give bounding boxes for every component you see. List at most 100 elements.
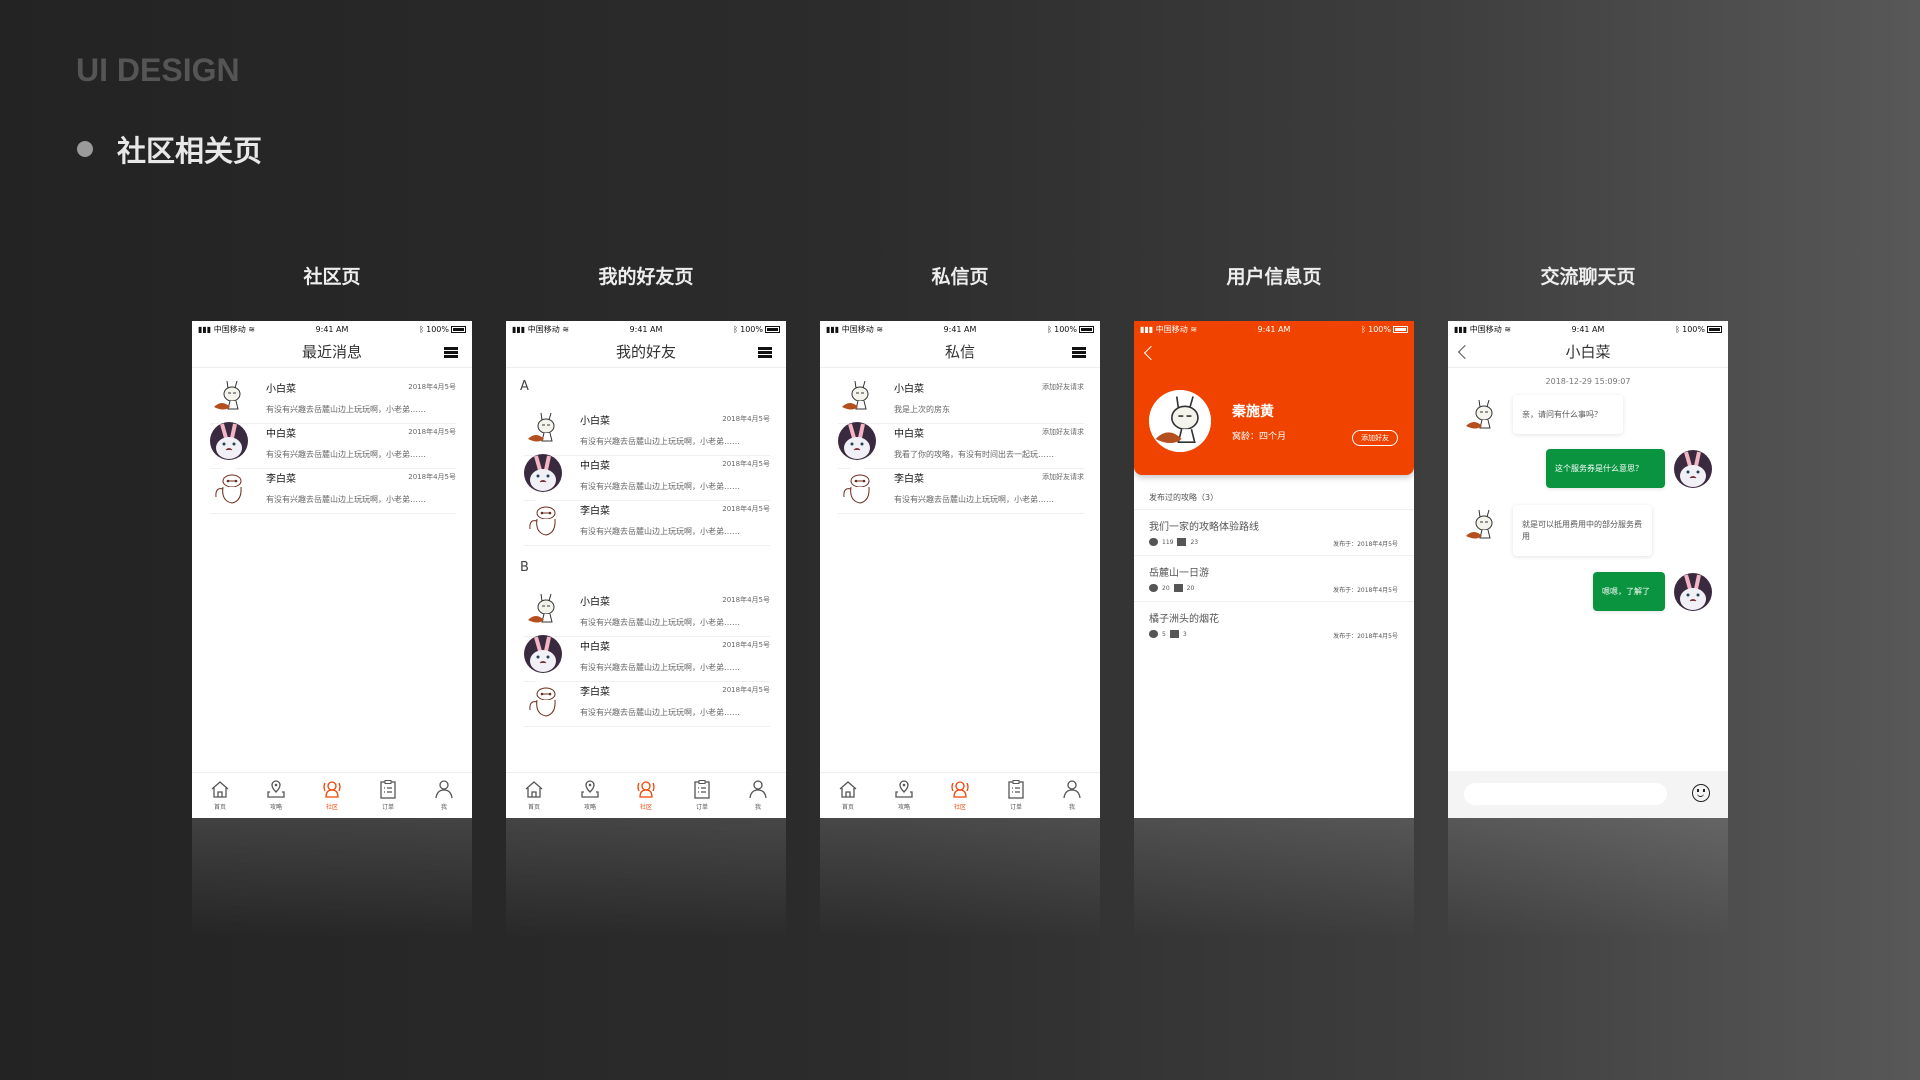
contact-name: 李白菜: [894, 474, 924, 485]
tab-clipboard[interactable]: 订单: [360, 773, 416, 818]
carrier-name: 中国移动: [1469, 324, 1502, 334]
add-friend-button[interactable]: 添加好友: [1352, 430, 1398, 446]
brand-heading: UI DESIGN: [76, 52, 240, 88]
signal-icon: ▮▮▮: [1454, 324, 1468, 334]
battery-icon: [1078, 325, 1094, 333]
tab-clipboard[interactable]: 订单: [988, 773, 1044, 818]
menu-icon[interactable]: [758, 347, 772, 358]
post-date: 发布于：2018年4月5号: [1333, 587, 1398, 594]
tab-map-pin[interactable]: 攻略: [876, 773, 932, 818]
status-time: 9:41 AM: [629, 324, 663, 334]
reflection: [192, 818, 472, 938]
back-icon[interactable]: [1457, 344, 1473, 360]
back-icon[interactable]: [1143, 345, 1159, 361]
menu-icon[interactable]: [444, 347, 458, 358]
tab-label: 首页: [213, 804, 226, 811]
reflection: [820, 818, 1100, 938]
item-date: 添加好友请求: [1042, 473, 1084, 481]
phone-messages: 私信 ▮▮▮ 中国移动 ≋ 9:41 AM ᛒ 100% 小白菜 添加好友请求 我是上次的房…: [820, 321, 1100, 818]
menu-icon[interactable]: [1072, 347, 1086, 358]
status-time: 9:41 AM: [1571, 324, 1605, 334]
tab-user[interactable]: 我: [1044, 773, 1100, 818]
contact-name: 中白菜: [266, 429, 296, 440]
bluetooth-icon: ᛒ: [1047, 324, 1053, 334]
avatar: [524, 409, 562, 447]
avatar: [524, 454, 562, 492]
list-item[interactable]: 李白菜 2018年4月5号 有没有兴趣去岳麓山边上玩玩啊，小老弟……: [210, 459, 456, 514]
tab-label: 首页: [527, 804, 540, 811]
avatar: [524, 499, 562, 537]
tab-community[interactable]: 社区: [618, 773, 674, 818]
post-item[interactable]: 我们一家的攻略体验路线 119 23 发布于：2018年4月5号: [1134, 509, 1414, 555]
map-pin-icon: [266, 779, 286, 799]
message-preview: 有没有兴趣去岳麓山边上玩玩啊，小老弟……: [580, 708, 740, 717]
message-preview: 有没有兴趣去岳麓山边上玩玩啊，小老弟……: [894, 495, 1054, 504]
emoji-icon[interactable]: [1692, 784, 1710, 802]
signal-icon: ▮▮▮: [826, 324, 840, 334]
avatar: [838, 377, 876, 415]
list-item[interactable]: 李白菜 添加好友请求有没有兴趣去岳麓山边上玩玩啊，小老弟……: [838, 459, 1084, 514]
community-icon: [636, 779, 656, 799]
page-title: 我的好友: [615, 343, 676, 361]
carrier: ▮▮▮ 中国移动 ≋: [1140, 324, 1229, 335]
tab-label: 首页: [841, 804, 854, 811]
tab-label: 订单: [695, 804, 708, 811]
heart-icon: [1149, 584, 1158, 592]
signal-icon: ▮▮▮: [1140, 324, 1154, 334]
tab-map-pin[interactable]: 攻略: [562, 773, 618, 818]
status-time: 9:41 AM: [943, 324, 977, 334]
carrier: ▮▮▮ 中国移动 ≋: [826, 324, 915, 335]
tab-label: 我: [754, 804, 761, 811]
status-bar: ▮▮▮ 中国移动 ≋ 9:41 AM ᛒ 100%: [1134, 321, 1414, 337]
tab-clipboard[interactable]: 订单: [674, 773, 730, 818]
carrier: ▮▮▮ 中国移动 ≋: [198, 324, 287, 335]
user-icon: [1062, 779, 1082, 799]
post-item[interactable]: 岳麓山一日游 20 20 发布于：2018年4月5号: [1134, 555, 1414, 601]
bluetooth-icon: ᛒ: [1361, 324, 1367, 334]
battery-percent: 100%: [1368, 324, 1391, 334]
avatar: [1462, 506, 1500, 544]
post-item[interactable]: 橘子洲头的烟花 5 3 发布于：2018年4月5号: [1134, 601, 1414, 647]
tab-community[interactable]: 社区: [932, 773, 988, 818]
tab-home[interactable]: 首页: [506, 773, 562, 818]
sent-message: 这个服务券是什么意思？: [1546, 449, 1665, 488]
tab-label: 社区: [325, 804, 338, 811]
phone-friends: 我的好友 ▮▮▮ 中国移动 ≋ 9:41 AM ᛒ 100% A 小白菜 2018年4月5号…: [506, 321, 786, 818]
battery-icon: [1392, 325, 1408, 333]
avatar: [838, 467, 876, 505]
comment-count: 3: [1182, 630, 1187, 638]
tab-home[interactable]: 首页: [192, 773, 248, 818]
avatar: [210, 422, 248, 460]
list-item[interactable]: 李白菜 2018年4月5号 有没有兴趣去岳麓山边上玩玩啊，小老弟……: [524, 672, 770, 727]
tab-user[interactable]: 我: [730, 773, 786, 818]
chat-input[interactable]: [1464, 783, 1667, 805]
item-date: 2018年4月5号: [408, 428, 456, 436]
carrier-name: 中国移动: [841, 324, 874, 334]
comment-count: 23: [1190, 538, 1199, 546]
reflection: [1448, 818, 1728, 938]
item-date: 2018年4月5号: [722, 641, 770, 649]
tab-bar: 首页 攻略 社区 订单 我: [192, 772, 472, 818]
avatar: [1674, 450, 1712, 488]
received-message: 亲，请问有什么事吗？: [1513, 395, 1623, 434]
reflection: [1134, 818, 1414, 938]
posts-header: 发布过的攻略（3）: [1149, 493, 1219, 502]
comment-count: 20: [1186, 584, 1195, 592]
clipboard-icon: [1006, 779, 1026, 799]
status-bar: ▮▮▮ 中国移动 ≋ 9:41 AM ᛒ 100%: [192, 321, 472, 337]
tab-map-pin[interactable]: 攻略: [248, 773, 304, 818]
home-icon: [524, 779, 544, 799]
item-date: 2018年4月5号: [722, 460, 770, 468]
heart-icon: [1149, 538, 1158, 546]
avatar: [1674, 573, 1712, 611]
tab-label: 攻略: [897, 804, 910, 811]
item-date: 2018年4月5号: [408, 473, 456, 481]
map-pin-icon: [580, 779, 600, 799]
tab-label: 攻略: [269, 804, 282, 811]
tab-home[interactable]: 首页: [820, 773, 876, 818]
wifi-icon: ≋: [1504, 324, 1512, 334]
message-preview: 有没有兴趣去岳麓山边上玩玩啊，小老弟……: [580, 527, 740, 536]
list-item[interactable]: 李白菜 2018年4月5号 有没有兴趣去岳麓山边上玩玩啊，小老弟……: [524, 491, 770, 546]
tab-community[interactable]: 社区: [304, 773, 360, 818]
tab-user[interactable]: 我: [416, 773, 472, 818]
